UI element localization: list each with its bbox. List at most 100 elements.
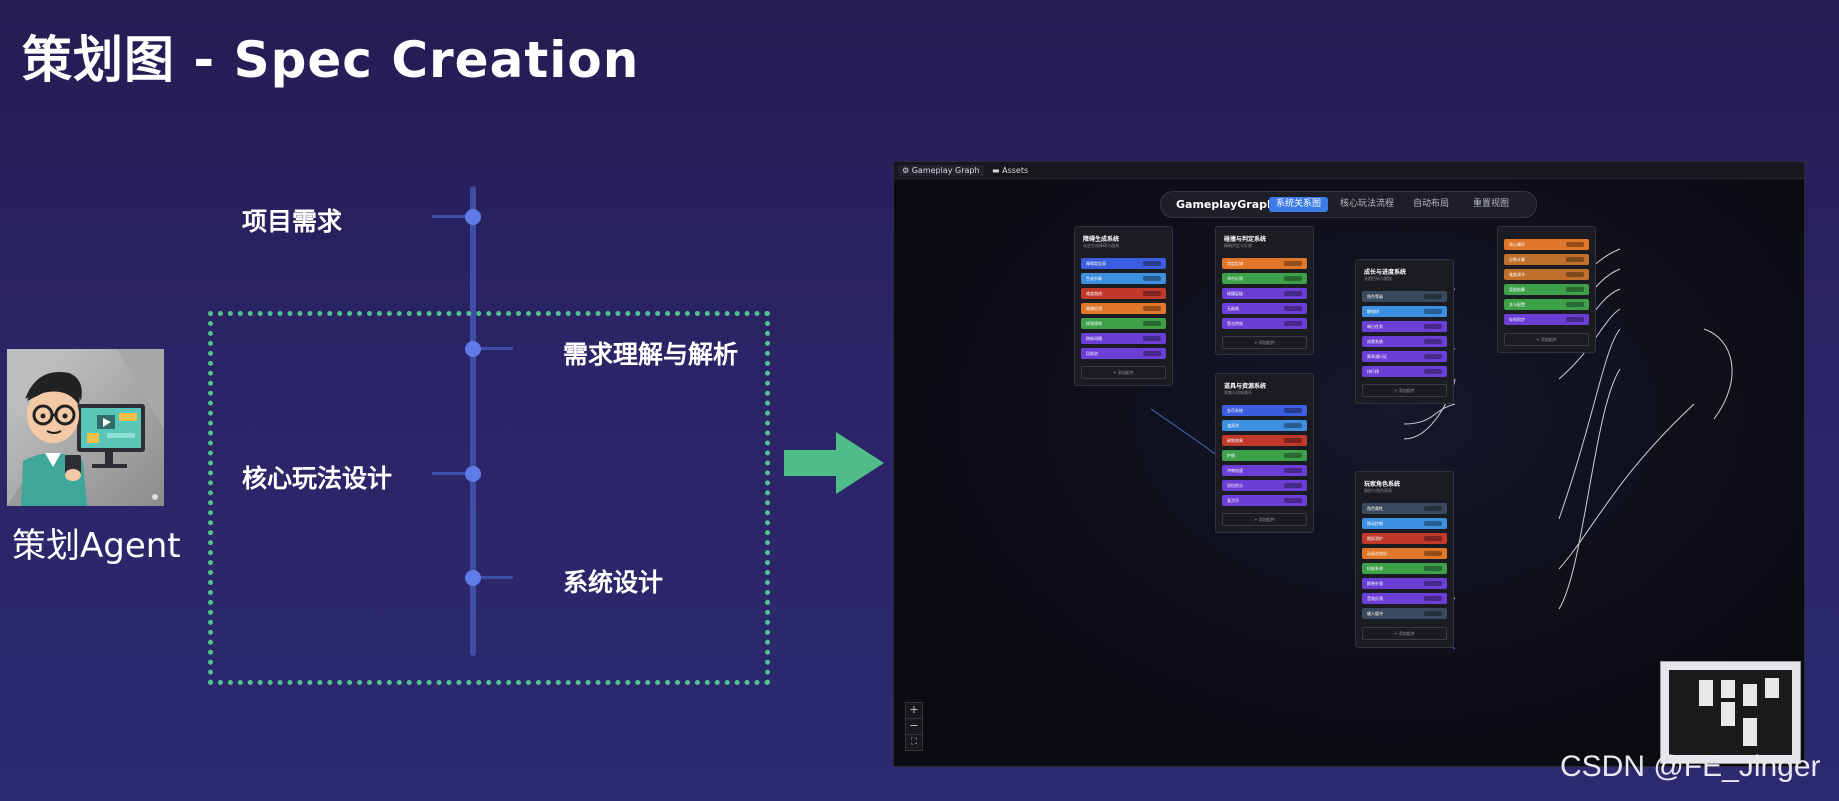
minimap-node [1699, 680, 1713, 706]
node-row[interactable]: 音效反馈 [1362, 593, 1447, 604]
edge [1703, 328, 1733, 420]
node-obstacle-system[interactable]: 障碍生成系统 动态生成障碍与道具 障碍类型表 生成节奏 难度曲线 碰撞检测 掉落… [1074, 226, 1173, 386]
row-label: 无敌帧 [1227, 306, 1239, 311]
row-label: 命中反馈 [1227, 276, 1243, 281]
graph-icon: ⚙ [902, 166, 912, 175]
toolbar-btn-auto-layout[interactable]: 自动布局 [1406, 197, 1456, 212]
node-row[interactable]: 输入缓冲 [1362, 608, 1447, 619]
node-row[interactable]: 跳跃滑铲 [1362, 533, 1447, 544]
node-row[interactable]: 复活币 [1222, 495, 1307, 506]
node-row[interactable]: 命中反馈 [1222, 273, 1307, 284]
node-row[interactable]: 每日任务 [1362, 321, 1447, 332]
zoom-out-button[interactable]: − [905, 718, 923, 735]
agent-label: 策划Agent [12, 526, 181, 566]
row-label: 障碍类型表 [1086, 261, 1106, 266]
node-item-resource-system[interactable]: 道具与资源系统 收集与消耗循环 金币系统 道具池 磁铁效果 护盾 冲刺加速 双倍… [1215, 373, 1314, 533]
node-row[interactable]: 受击特效 [1222, 318, 1307, 329]
node-row[interactable]: 赛季通行证 [1362, 351, 1447, 362]
node-row[interactable]: 冲刺加速 [1222, 465, 1307, 476]
tab-assets[interactable]: ▬ Assets [988, 165, 1032, 176]
toolbar-btn-reset-view[interactable]: 重置视图 [1466, 197, 1516, 212]
node-row[interactable]: 奖励结算 [1504, 284, 1589, 295]
node-row[interactable]: 刷新间隔 [1081, 333, 1166, 344]
node-row[interactable]: 双倍积分 [1222, 480, 1307, 491]
row-label: 角色等级 [1367, 294, 1383, 299]
row-label: 分数计算 [1509, 257, 1525, 262]
row-label: 输入缓冲 [1367, 611, 1383, 616]
slide-title: 策划图 - Spec Creation [22, 31, 640, 89]
node-row[interactable]: 生成节奏 [1081, 273, 1166, 284]
node-row[interactable]: 护盾 [1222, 450, 1307, 461]
toolbar-brand: GameplayGraph [1176, 198, 1275, 211]
node-title: 障碍生成系统 [1083, 236, 1120, 243]
node-row[interactable]: 障碍类型表 [1081, 258, 1166, 269]
zoom-in-button[interactable]: + [905, 702, 923, 719]
add-component-button[interactable]: + 添加组件 [1081, 366, 1166, 379]
row-label: 动画状态机 [1367, 551, 1387, 556]
node-subtitle: 操控与角色表现 [1364, 488, 1392, 493]
node-row[interactable]: 分数计算 [1504, 254, 1589, 265]
row-label: 受击特效 [1227, 321, 1243, 326]
add-component-button[interactable]: + 添加组件 [1362, 627, 1447, 640]
toolbar-btn-system-graph[interactable]: 系统关系图 [1269, 197, 1329, 212]
app-tab-bar: ⚙ Gameplay Graph ▬ Assets [894, 162, 1804, 179]
row-label: 排行榜 [1367, 369, 1379, 374]
node-row[interactable]: 碰撞层级 [1222, 288, 1307, 299]
node-subtitle: 收集与消耗循环 [1224, 390, 1252, 395]
row-badge [1566, 242, 1584, 247]
node-row[interactable]: 金币系统 [1222, 405, 1307, 416]
node-progression-system[interactable]: 成长与进度系统 长期目标与解锁 角色等级 解锁树 每日任务 成就系统 赛季通行证… [1355, 259, 1454, 404]
node-row[interactable]: 核心循环 [1504, 239, 1589, 250]
arrow-right-icon [784, 432, 884, 494]
node-core-loop[interactable]: 核心循环 分数计算 难度调节 奖励结算 关卡配置 存档同步 + 添加组件 [1497, 226, 1596, 353]
folder-icon: ▬ [992, 166, 1003, 175]
tab-gameplay-graph[interactable]: ⚙ Gameplay Graph [898, 165, 984, 176]
row-badge [1284, 321, 1302, 326]
node-row[interactable]: 排行榜 [1362, 366, 1447, 377]
graph-minimap[interactable] [1660, 661, 1801, 764]
node-row[interactable]: 角色属性 [1362, 503, 1447, 514]
node-player-character-system[interactable]: 玩家角色系统 操控与角色表现 角色属性 移动控制 跳跃滑铲 动画状态机 技能系统… [1355, 471, 1454, 648]
row-badge [1424, 551, 1442, 556]
row-label: 难度调节 [1509, 272, 1525, 277]
add-component-button[interactable]: + 添加组件 [1504, 333, 1589, 346]
row-badge [1284, 423, 1302, 428]
node-row[interactable]: 角色等级 [1362, 291, 1447, 302]
row-badge [1143, 351, 1161, 356]
node-row[interactable]: 移动控制 [1362, 518, 1447, 529]
node-row[interactable]: 存档同步 [1504, 314, 1589, 325]
minimap-node [1721, 680, 1735, 698]
row-badge [1424, 309, 1442, 314]
node-row[interactable]: 回收池 [1081, 348, 1166, 359]
toolbar-btn-core-flow[interactable]: 核心玩法流程 [1333, 197, 1401, 212]
row-badge [1143, 336, 1161, 341]
node-row[interactable]: 判定区域 [1222, 258, 1307, 269]
row-badge [1143, 291, 1161, 296]
row-badge [1143, 306, 1161, 311]
row-badge [1566, 287, 1584, 292]
minimap-node [1721, 702, 1735, 726]
row-badge [1143, 321, 1161, 326]
node-row[interactable]: 解锁树 [1362, 306, 1447, 317]
node-row[interactable]: 动画状态机 [1362, 548, 1447, 559]
node-row[interactable]: 掉落规则 [1081, 318, 1166, 329]
node-title: 成长与进度系统 [1364, 269, 1407, 276]
edge [1558, 368, 1621, 610]
node-row[interactable]: 难度曲线 [1081, 288, 1166, 299]
node-collision-system[interactable]: 碰撞与判定系统 精确判定与反馈 判定区域 命中反馈 碰撞层级 无敌帧 受击特效 … [1215, 226, 1314, 355]
node-row[interactable]: 换装外观 [1362, 578, 1447, 589]
node-row[interactable]: 道具池 [1222, 420, 1307, 431]
fit-view-button[interactable]: ⛶ [905, 734, 923, 751]
node-row[interactable]: 成就系统 [1362, 336, 1447, 347]
row-badge [1424, 506, 1442, 511]
add-component-button[interactable]: + 添加组件 [1222, 336, 1307, 349]
row-badge [1566, 257, 1584, 262]
add-component-button[interactable]: + 添加组件 [1362, 384, 1447, 397]
add-component-button[interactable]: + 添加组件 [1222, 513, 1307, 526]
node-row[interactable]: 技能系统 [1362, 563, 1447, 574]
node-row[interactable]: 关卡配置 [1504, 299, 1589, 310]
node-row[interactable]: 碰撞检测 [1081, 303, 1166, 314]
node-row[interactable]: 磁铁效果 [1222, 435, 1307, 446]
node-row[interactable]: 无敌帧 [1222, 303, 1307, 314]
node-row[interactable]: 难度调节 [1504, 269, 1589, 280]
